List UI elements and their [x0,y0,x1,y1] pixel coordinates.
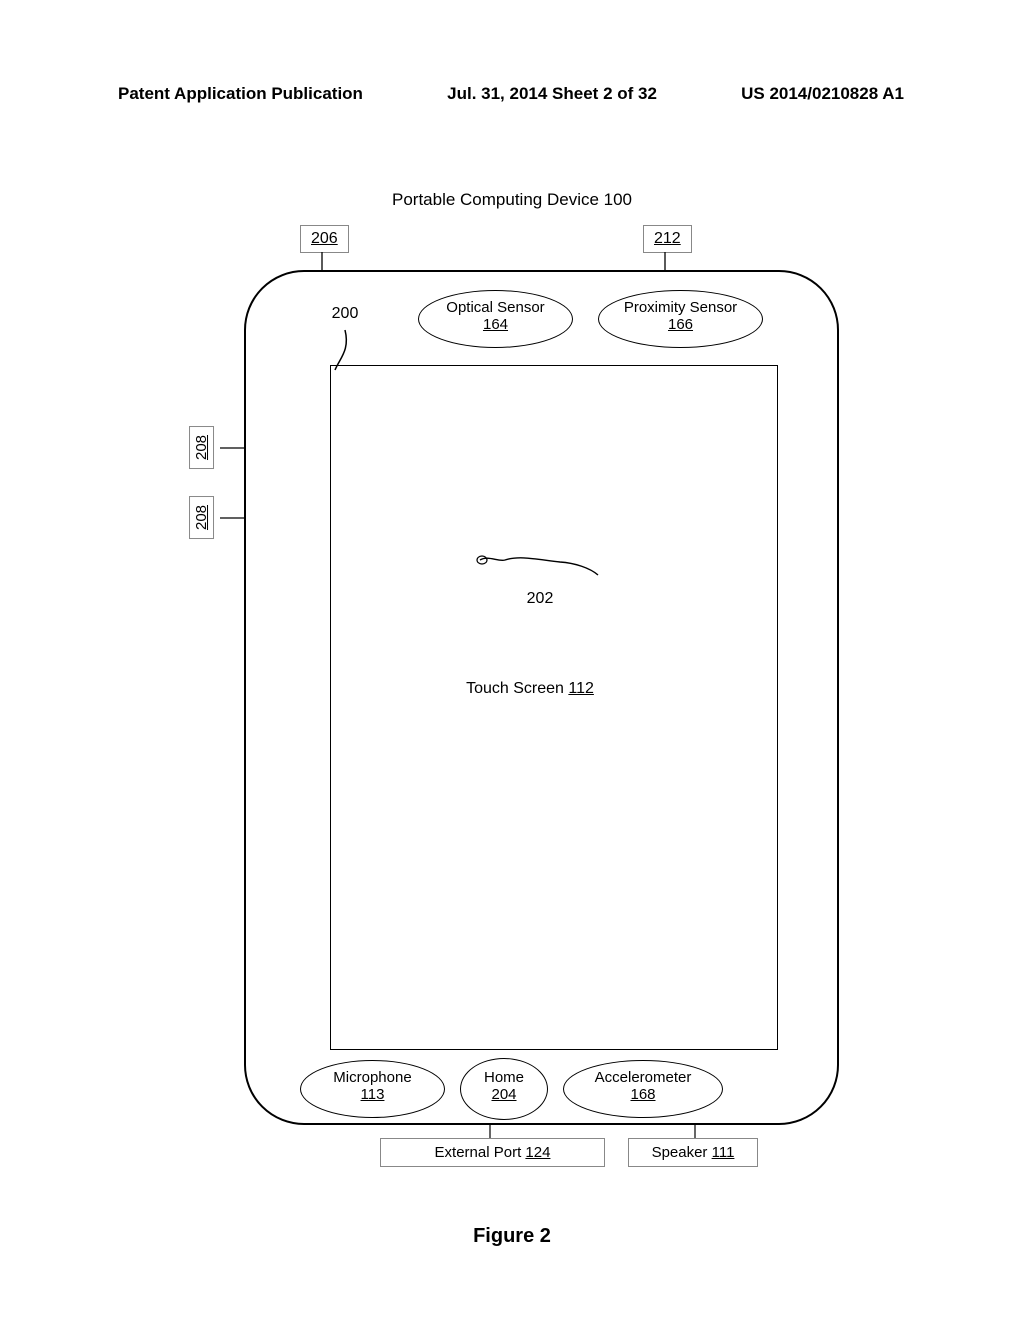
proximity-sensor-bubble: Proximity Sensor 166 [598,290,763,348]
ref-208-lower: 208 [189,496,214,539]
proximity-sensor-num: 166 [668,316,693,333]
external-port-box: External Port 124 [380,1138,605,1167]
home-label: Home [461,1069,547,1086]
speaker-box: Speaker 111 [628,1138,758,1167]
ref-202: 202 [515,590,565,608]
optical-sensor-num: 164 [483,316,508,333]
speaker-label: Speaker [652,1144,712,1161]
accelerometer-label: Accelerometer [564,1069,722,1086]
proximity-sensor-label: Proximity Sensor [599,299,762,316]
accelerometer-num: 168 [630,1086,655,1103]
touch-screen-text: Touch Screen [466,680,568,697]
figure-caption: Figure 2 [0,1225,1024,1248]
ref-208-upper: 208 [189,426,214,469]
external-port-label: External Port [435,1144,526,1161]
microphone-bubble: Microphone 113 [300,1060,445,1118]
optical-sensor-bubble: Optical Sensor 164 [418,290,573,348]
touch-screen-num: 112 [568,680,594,697]
home-bubble: Home 204 [460,1058,548,1120]
touch-screen-label: Touch Screen 112 [430,680,630,698]
accelerometer-bubble: Accelerometer 168 [563,1060,723,1118]
ref-212: 212 [643,225,692,253]
touch-screen-outline [330,365,778,1050]
speaker-num: 111 [712,1144,735,1161]
diagram-stage: 206 212 208 208 Optical Sensor 164 Proxi… [0,0,1024,1320]
external-port-num: 124 [525,1144,550,1161]
microphone-label: Microphone [301,1069,444,1086]
optical-sensor-label: Optical Sensor [419,299,572,316]
ref-206: 206 [300,225,349,253]
home-num: 204 [491,1086,516,1103]
ref-200: 200 [320,305,370,323]
microphone-num: 113 [361,1086,385,1103]
